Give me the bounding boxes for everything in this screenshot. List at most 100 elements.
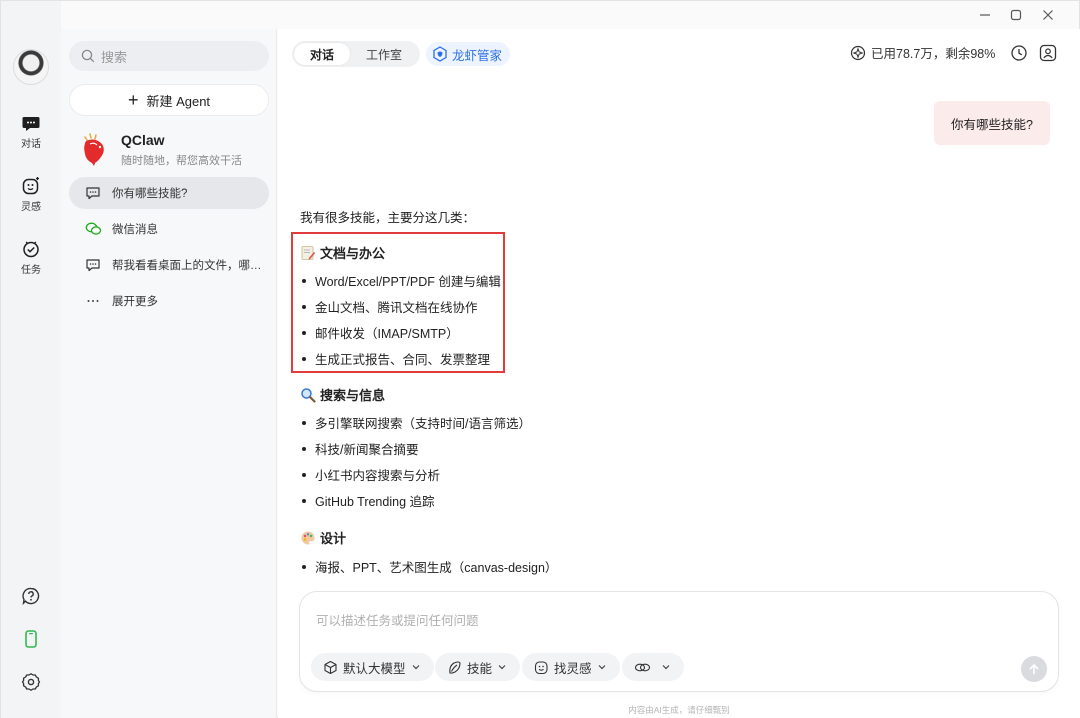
list-item: 海报、PPT、艺术图生成（canvas-design）: [300, 557, 557, 576]
palette-emoji-icon: [301, 531, 315, 544]
rail-item-inspiration[interactable]: 灵感: [1, 176, 61, 213]
tab-studio[interactable]: 工作室: [350, 43, 418, 65]
search-placeholder: 搜索: [101, 49, 128, 65]
rail-item-label: 灵感: [21, 202, 41, 213]
section-heading: 搜索与信息: [300, 385, 385, 404]
close-icon: [1043, 10, 1053, 20]
tab-chat[interactable]: 对话: [294, 43, 351, 65]
ai-disclaimer: 内容由AI生成，请仔细甄别: [628, 705, 730, 715]
chat-bubble-icon: [22, 117, 40, 131]
chevron-down-icon: [412, 665, 419, 670]
list-item: Word/Excel/PPT/PDF 创建与编辑: [300, 271, 501, 290]
new-agent-label: 新建 Agent: [146, 93, 211, 109]
maximize-button[interactable]: [1005, 4, 1027, 26]
message-composer[interactable]: 可以描述任务或提问任何问题 默认大模型 技能 找灵感: [299, 591, 1059, 692]
phone-button[interactable]: [1, 629, 61, 649]
rail-item-label: 对话: [21, 139, 41, 150]
plus-icon: +: [127, 90, 139, 110]
chip-label: 找灵感: [554, 661, 592, 676]
conversation-item[interactable]: 你有哪些技能?: [69, 177, 269, 209]
list-item: 金山文档、腾讯文档在线协作: [300, 297, 478, 316]
cube-icon: [324, 660, 337, 674]
nav-rail: 对话 灵感 任务: [1, 1, 61, 718]
help-button[interactable]: [1, 586, 61, 606]
title-bar: [1, 1, 1080, 29]
close-button[interactable]: [1037, 4, 1059, 26]
section-heading: 设计: [300, 528, 346, 547]
section-title: 文档与办公: [320, 246, 386, 261]
expand-more-button[interactable]: 展开更多: [69, 285, 269, 317]
tab-bar: 对话 工作室: [292, 41, 421, 67]
new-agent-button[interactable]: + 新建 Agent: [69, 84, 269, 116]
main-panel: 对话 工作室 龙虾管家 已用78.7万，剩余98% 你有哪些技能? 我有很多技能…: [278, 29, 1080, 718]
lobster-manager-button[interactable]: 龙虾管家: [426, 42, 511, 66]
history-icon[interactable]: [1010, 44, 1028, 62]
qclaw-logo-icon: [84, 133, 104, 166]
chip-label: 默认大模型: [343, 661, 406, 676]
quota-icon: [850, 45, 866, 60]
user-message: 你有哪些技能?: [934, 101, 1050, 145]
help-icon: [22, 587, 40, 606]
list-item: 多引擎联网搜索（支持时间/语言筛选）: [300, 413, 531, 432]
chat-icon: [86, 259, 100, 272]
wechat-icon: [85, 222, 102, 235]
smile-sparkle-icon: [22, 177, 39, 195]
chat-icon: [86, 187, 100, 200]
agent-name: QClaw: [121, 132, 165, 148]
agent-card[interactable]: QClaw 随时随地，帮您高效干活: [77, 129, 267, 173]
section-title: 设计: [320, 531, 347, 546]
section-heading: 文档与办公: [300, 243, 385, 262]
leaf-icon: [449, 660, 461, 674]
rail-item-label: 任务: [21, 265, 41, 276]
app-window: 对话 灵感 任务 搜索 + 新建 Agent QClaw 随时随地，帮您高效干活…: [0, 0, 1080, 718]
chip-label: 技能: [467, 661, 493, 676]
maximize-icon: [1010, 9, 1022, 21]
list-item: 小红书内容搜索与分析: [300, 465, 440, 484]
lobster-manager-icon: [433, 46, 447, 62]
search-icon: [81, 49, 95, 63]
avatar[interactable]: [13, 49, 49, 85]
skills-selector[interactable]: 技能: [435, 653, 521, 681]
arrow-up-icon: [1029, 664, 1039, 675]
model-selector[interactable]: 默认大模型: [311, 653, 434, 681]
assistant-intro: 我有很多技能，主要分这几类：: [300, 211, 476, 225]
conversation-label: 展开更多: [112, 296, 158, 308]
agent-subtitle: 随时随地，帮您高效干活: [121, 155, 242, 167]
link-selector[interactable]: [622, 653, 684, 681]
conversation-label: 微信消息: [112, 224, 158, 236]
conversation-label: 你有哪些技能?: [112, 188, 188, 200]
list-item: 科技/新闻聚合摘要: [300, 439, 418, 458]
conversation-item[interactable]: 帮我看看桌面上的文件，哪…: [69, 249, 269, 281]
inspiration-selector[interactable]: 找灵感: [522, 653, 620, 681]
rail-item-tasks[interactable]: 任务: [1, 239, 61, 276]
settings-icon: [21, 673, 41, 691]
minimize-icon: [980, 14, 990, 16]
list-item: 生成正式报告、合同、发票整理: [300, 349, 490, 368]
check-circle-icon: [23, 241, 39, 258]
magnifier-emoji-icon: [301, 387, 316, 403]
chevron-down-icon: [498, 665, 506, 670]
chevron-down-icon: [662, 665, 670, 670]
smile-icon: [534, 660, 548, 674]
link-icon: [634, 663, 651, 671]
list-item: GitHub Trending 追踪: [300, 491, 435, 510]
settings-button[interactable]: [1, 672, 61, 692]
search-input[interactable]: 搜索: [69, 41, 269, 71]
section-title: 搜索与信息: [320, 388, 386, 403]
send-button[interactable]: [1021, 656, 1047, 682]
lobster-manager-label: 龙虾管家: [452, 48, 503, 63]
chevron-down-icon: [598, 665, 605, 670]
more-icon: [87, 300, 99, 302]
sidebar: 搜索 + 新建 Agent QClaw 随时随地，帮您高效干活 你有哪些技能?: [61, 29, 277, 718]
usage-text: 已用78.7万，剩余98%: [871, 47, 996, 61]
rail-item-chat[interactable]: 对话: [1, 113, 61, 150]
profile-icon[interactable]: [1039, 44, 1057, 62]
composer-input[interactable]: 可以描述任务或提问任何问题: [316, 610, 479, 629]
minimize-button[interactable]: [974, 4, 996, 26]
conversation-item[interactable]: 微信消息: [69, 213, 269, 245]
usage-indicator[interactable]: 已用78.7万，剩余98%: [850, 43, 995, 62]
list-item: 邮件收发（IMAP/SMTP）: [300, 323, 459, 342]
memo-emoji-icon: [301, 245, 316, 260]
conversation-label: 帮我看看桌面上的文件，哪…: [112, 260, 262, 272]
phone-icon: [25, 630, 37, 648]
